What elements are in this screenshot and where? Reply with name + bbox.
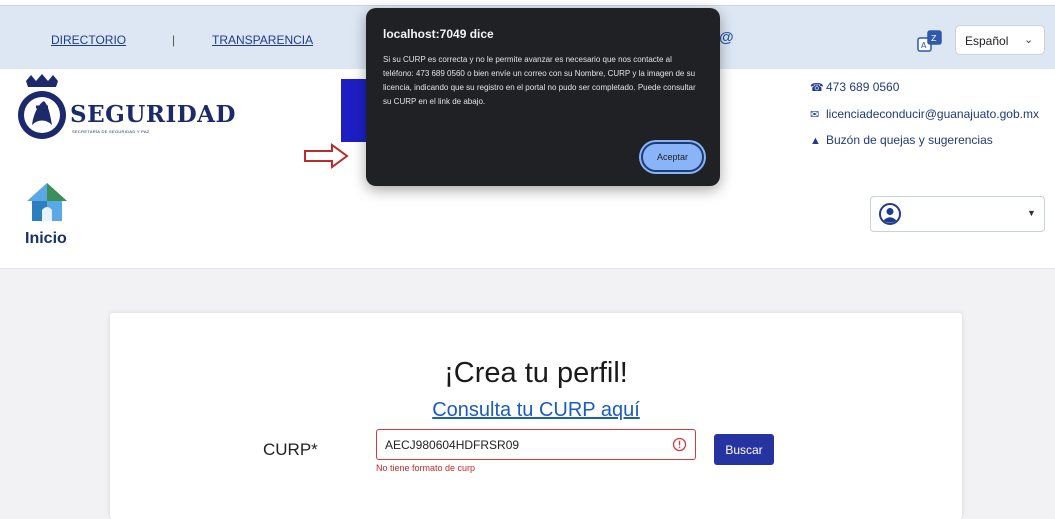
language-value: Español xyxy=(965,34,1009,48)
curp-input[interactable] xyxy=(376,429,696,460)
curp-error-text: No tiene formato de curp xyxy=(376,463,476,473)
user-avatar-icon xyxy=(879,203,901,225)
contact-phone-text: 473 689 0560 xyxy=(826,80,900,94)
logo-subtitle: SECRETARÍA DE SEGURIDAD Y PAZ xyxy=(72,129,150,134)
create-profile-card: ¡Crea tu perfil! Consulta tu CURP aquí C… xyxy=(110,313,962,519)
contact-complaints[interactable]: ▲ Buzón de quejas y sugerencias xyxy=(810,133,993,147)
seguridad-logo[interactable]: SEGURIDAD SECRETARÍA DE SEGURIDAD Y PAZ xyxy=(14,73,236,153)
language-select[interactable]: Español ⌄ xyxy=(955,25,1045,55)
contact-complaints-text: Buzón de quejas y sugerencias xyxy=(826,133,993,147)
search-button[interactable]: Buscar xyxy=(714,434,774,465)
contact-email[interactable]: ✉ licenciadeconducir@guanajuato.gob.mx xyxy=(810,107,1039,121)
link-directorio[interactable]: DIRECTORIO xyxy=(51,33,126,47)
home-icon[interactable] xyxy=(25,180,69,224)
consult-curp-link[interactable]: Consulta tu CURP aquí xyxy=(110,399,962,422)
link-transparencia[interactable]: TRANSPARENCIA xyxy=(212,33,313,47)
contact-email-text: licenciadeconducir@guanajuato.gob.mx xyxy=(826,107,1039,121)
arrow-right-icon xyxy=(304,143,349,169)
alert-dialog: localhost:7049 dice Si su CURP es correc… xyxy=(366,8,720,186)
dialog-message: Si su CURP es correcta y no le permite a… xyxy=(383,55,696,106)
page-title: ¡Crea tu perfil! xyxy=(444,357,628,389)
shield-emblem-icon xyxy=(18,74,66,139)
chevron-down-icon: ⌄ xyxy=(1024,34,1034,46)
accept-button[interactable]: Aceptar xyxy=(641,142,704,172)
svg-text:Z: Z xyxy=(931,34,937,43)
home-label[interactable]: Inicio xyxy=(25,230,67,248)
user-menu-dropdown[interactable]: ▼ xyxy=(870,196,1045,232)
envelope-icon: ✉ xyxy=(810,109,820,121)
topbar-separator: | xyxy=(172,33,176,47)
banner-block xyxy=(341,79,369,142)
translate-icon[interactable]: A Z xyxy=(917,29,943,55)
caret-down-icon: ▼ xyxy=(1027,208,1036,218)
contact-phone[interactable]: ☎ 473 689 0560 xyxy=(810,80,899,94)
logo-title: SEGURIDAD xyxy=(70,101,236,128)
phone-icon: ☎ xyxy=(810,82,824,94)
dialog-title: localhost:7049 dice xyxy=(383,27,494,41)
threads-icon[interactable]: @ xyxy=(719,30,735,46)
error-icon xyxy=(672,437,687,452)
svg-text:A: A xyxy=(921,41,927,50)
thumbs-up-icon: ▲ xyxy=(810,135,821,147)
curp-label: CURP* xyxy=(263,440,318,459)
